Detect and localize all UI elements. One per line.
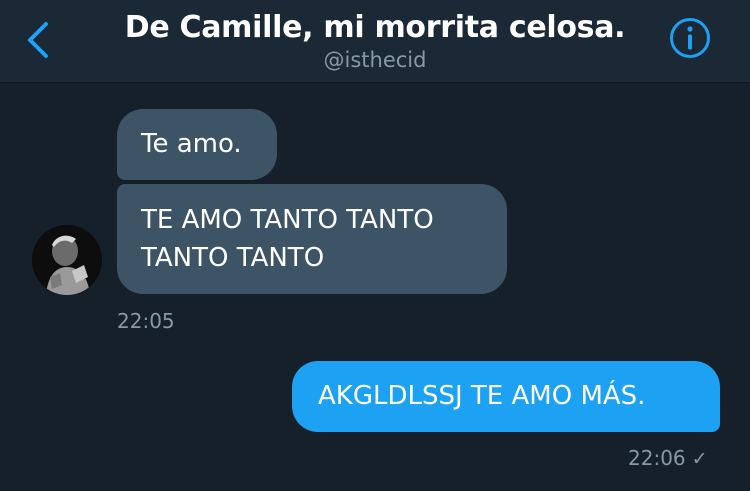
incoming-message-bubble[interactable]: TE AMO TANTO TANTO TANTO TANTO (117, 184, 507, 294)
message-text-line: TANTO TANTO (141, 243, 325, 273)
message-timestamp: 22:05 (117, 309, 175, 333)
info-icon (670, 18, 710, 58)
message-timestamp: 22:06 (628, 446, 686, 470)
message-text: AKGLDLSSJ TE AMO MÁS. (318, 381, 646, 411)
incoming-message-bubble[interactable]: Te amo. (117, 109, 277, 180)
conversation-title-block[interactable]: De Camille, mi morrita celosa. @isthecid (90, 8, 660, 73)
back-button[interactable] (22, 20, 56, 60)
message-text-line: TE AMO TANTO TANTO (141, 205, 434, 235)
message-timestamp-row: 22:06 ✓ (628, 446, 708, 471)
sent-check-icon: ✓ (691, 448, 708, 470)
sender-avatar[interactable] (32, 225, 102, 295)
conversation-title: De Camille, mi morrita celosa. (124, 10, 626, 45)
outgoing-message-bubble[interactable]: AKGLDLSSJ TE AMO MÁS. (292, 361, 720, 432)
dm-conversation-screen: De Camille, mi morrita celosa. @isthecid… (0, 0, 750, 491)
message-text: Te amo. (141, 129, 242, 159)
conversation-header: De Camille, mi morrita celosa. @isthecid (0, 0, 750, 83)
avatar-photo (32, 225, 102, 295)
info-button[interactable] (668, 16, 712, 60)
chevron-left-icon (28, 22, 48, 58)
conversation-handle: @isthecid (323, 48, 427, 72)
